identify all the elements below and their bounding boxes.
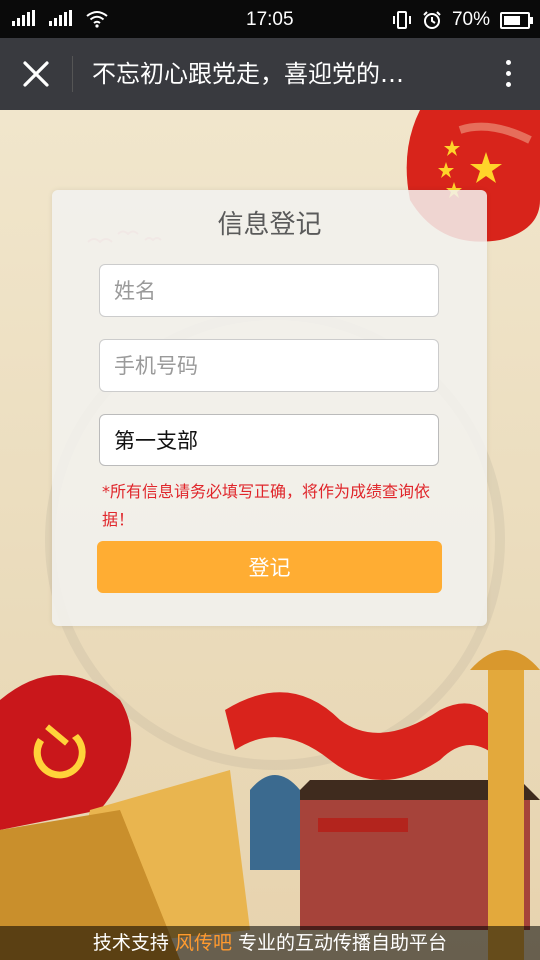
footer-bar: 技术支持 风传吧 专业的互动传播自助平台 — [0, 926, 540, 960]
vibrate-icon — [392, 11, 411, 29]
alarm-icon — [423, 11, 441, 29]
status-right: 70% — [392, 9, 533, 31]
battery-icon — [500, 11, 533, 29]
nav-divider — [72, 56, 73, 92]
close-icon[interactable] — [20, 58, 52, 90]
signal-indicators — [12, 10, 108, 28]
status-bar: 17:05 70% — [0, 0, 540, 38]
register-button[interactable]: 登记 — [97, 541, 442, 593]
battery-percent: 70% — [451, 9, 490, 30]
temple-of-heaven — [250, 775, 300, 870]
footer-suffix: 专业的互动传播自助平台 — [238, 932, 448, 954]
form-title: 信息登记 — [217, 210, 322, 240]
clock: 17:05 — [246, 9, 294, 30]
registration-card: 信息登记 第一支部 *所有信息请务必填写正确，将作为成绩查询依据！ 登记 — [52, 190, 487, 626]
huabiao-column — [488, 670, 524, 960]
name-input[interactable] — [99, 264, 439, 317]
page-title: 不忘初心跟党走，喜迎党的… — [92, 60, 404, 88]
signal-icon — [12, 10, 35, 26]
required-notice: *所有信息请务必填写正确，将作为成绩查询依据！ — [102, 482, 431, 529]
branch-select-value: 第一支部 — [114, 429, 198, 453]
signal-icon-2 — [49, 10, 72, 26]
wifi-icon — [86, 11, 108, 28]
branch-select[interactable]: 第一支部 — [99, 414, 439, 466]
more-icon[interactable] — [504, 60, 512, 90]
phone-input[interactable] — [99, 339, 439, 392]
nav-bar: 不忘初心跟党走，喜迎党的… — [0, 38, 540, 110]
footer-brand-link[interactable]: 风传吧 — [175, 932, 232, 954]
footer-prefix: 技术支持 — [92, 932, 169, 954]
